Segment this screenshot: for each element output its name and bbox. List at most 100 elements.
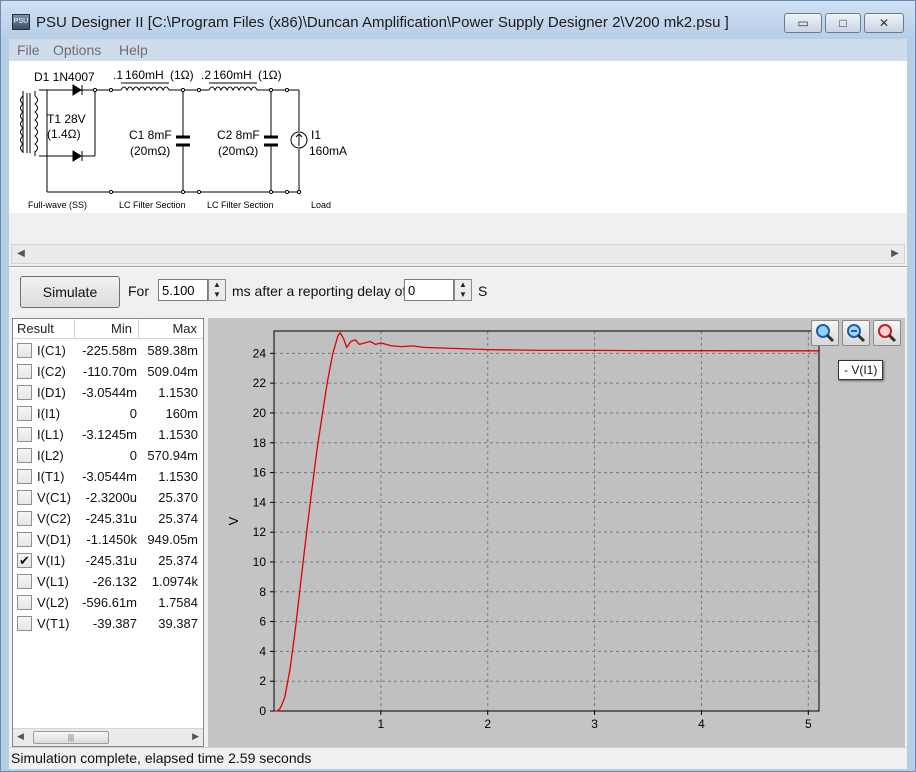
result-max: 509.04m xyxy=(147,364,198,379)
result-row[interactable]: I(C1) -225.58m 589.38m xyxy=(13,340,203,361)
result-max: 589.38m xyxy=(147,343,198,358)
result-checkbox[interactable] xyxy=(17,532,32,547)
label-l1-res: (1Ω) xyxy=(170,68,194,82)
simulate-button[interactable]: Simulate xyxy=(20,276,120,308)
label-section-lc1: LC Filter Section xyxy=(119,200,186,210)
panel-divider[interactable] xyxy=(9,266,907,268)
result-row[interactable]: V(L2) -596.61m 1.7584 xyxy=(13,592,203,613)
result-checkbox[interactable] xyxy=(17,616,32,631)
duration-input[interactable] xyxy=(158,279,208,301)
zoom-in-button[interactable] xyxy=(811,320,839,346)
spin-down-icon[interactable]: ▼ xyxy=(209,290,225,300)
result-row[interactable]: I(L1) -3.1245m 1.1530 xyxy=(13,424,203,445)
schematic-scrollbar[interactable]: ◀ ▶ xyxy=(11,244,905,264)
result-min: -225.58m xyxy=(82,343,137,358)
result-checkbox[interactable] xyxy=(17,406,32,421)
schematic-diagram: D1 1N4007 T1 28V (1.4Ω) .1 160mH (1Ω) .2… xyxy=(20,68,347,210)
scroll-thumb[interactable]: ||| xyxy=(33,731,109,744)
column-max[interactable]: Max xyxy=(139,319,203,339)
result-name: V(T1) xyxy=(37,616,70,631)
duration-spinner[interactable]: ▲ ▼ xyxy=(208,279,226,301)
result-max: 1.1530 xyxy=(158,385,198,400)
delay-spinner[interactable]: ▲ ▼ xyxy=(454,279,472,301)
result-checkbox[interactable] xyxy=(17,490,32,505)
result-row[interactable]: V(L1) -26.132 1.0974k xyxy=(13,571,203,592)
minimize-icon: ▭ xyxy=(797,16,809,30)
menu-help[interactable]: Help xyxy=(119,42,148,58)
result-row[interactable]: I(I1) 0 160m xyxy=(13,403,203,424)
result-checkbox[interactable] xyxy=(17,511,32,526)
zoom-reset-button[interactable] xyxy=(873,320,901,346)
column-result[interactable]: Result xyxy=(13,319,75,339)
result-row[interactable]: V(D1) -1.1450k 949.05m xyxy=(13,529,203,550)
y-tick-label: 20 xyxy=(253,406,267,420)
zoom-out-button[interactable] xyxy=(842,320,870,346)
x-tick-label: 2 xyxy=(484,717,491,731)
scroll-right-icon[interactable]: ▶ xyxy=(192,731,199,742)
result-min: -39.387 xyxy=(92,616,137,631)
result-checkbox[interactable] xyxy=(17,364,32,379)
result-checkbox[interactable] xyxy=(17,595,32,610)
result-min: -3.0544m xyxy=(82,385,137,400)
y-tick-label: 18 xyxy=(253,436,267,450)
result-max: 1.0974k xyxy=(151,574,198,589)
result-min: -1.1450k xyxy=(86,532,137,547)
ms-delay-label: ms after a reporting delay of xyxy=(232,283,407,299)
results-scrollbar[interactable]: ◀ ||| ▶ xyxy=(13,728,203,746)
label-c1-b: (20mΩ) xyxy=(130,144,170,158)
result-min: -110.70m xyxy=(83,364,137,379)
result-row[interactable]: ✔ V(I1) -245.31u 25.374 xyxy=(13,550,203,571)
y-tick-label: 22 xyxy=(253,376,267,390)
result-checkbox[interactable] xyxy=(17,427,32,442)
result-checkbox[interactable] xyxy=(17,385,32,400)
result-row[interactable]: V(T1) -39.387 39.387 xyxy=(13,613,203,634)
status-text: Simulation complete, elapsed time 2.59 s… xyxy=(11,750,312,766)
scroll-left-icon[interactable]: ◀ xyxy=(12,245,30,263)
spin-down-icon[interactable]: ▼ xyxy=(455,290,471,300)
schematic-panel[interactable]: D1 1N4007 T1 28V (1.4Ω) .1 160mH (1Ω) .2… xyxy=(9,61,907,213)
scroll-left-icon[interactable]: ◀ xyxy=(17,731,24,742)
result-row[interactable]: I(D1) -3.0544m 1.1530 xyxy=(13,382,203,403)
spin-up-icon[interactable]: ▲ xyxy=(455,280,471,290)
result-row[interactable]: I(C2) -110.70m 509.04m xyxy=(13,361,203,382)
close-button[interactable]: ✕ xyxy=(864,13,904,33)
result-max: 570.94m xyxy=(147,448,198,463)
scroll-right-icon[interactable]: ▶ xyxy=(886,245,904,263)
delay-input[interactable] xyxy=(404,279,454,301)
label-d1: D1 1N4007 xyxy=(34,70,95,84)
result-max: 160m xyxy=(165,406,198,421)
result-row[interactable]: I(T1) -3.0544m 1.1530 xyxy=(13,466,203,487)
result-min: -245.31u xyxy=(85,553,137,568)
y-tick-label: 12 xyxy=(253,525,267,539)
result-min: 0 xyxy=(129,406,137,421)
inductor-symbols xyxy=(120,82,258,92)
maximize-button[interactable]: □ xyxy=(825,13,861,33)
label-c2-b: (20mΩ) xyxy=(218,144,258,158)
result-max: 1.1530 xyxy=(158,427,198,442)
menu-file[interactable]: File xyxy=(17,42,40,58)
minimize-button[interactable]: ▭ xyxy=(784,13,822,33)
result-row[interactable]: I(L2) 0 570.94m xyxy=(13,445,203,466)
results-list[interactable]: Result Min Max I(C1) -225.58m 589.38m I(C2)… xyxy=(12,318,204,747)
result-max: 25.374 xyxy=(158,511,198,526)
result-name: I(L1) xyxy=(37,427,64,442)
label-l2-res: (1Ω) xyxy=(258,68,282,82)
client-area: D1 1N4007 T1 28V (1.4Ω) .1 160mH (1Ω) .2… xyxy=(9,61,907,769)
result-checkbox[interactable] xyxy=(17,469,32,484)
spin-up-icon[interactable]: ▲ xyxy=(209,280,225,290)
y-tick-label: 14 xyxy=(253,495,267,509)
result-checkbox[interactable]: ✔ xyxy=(17,553,32,568)
window-title: PSU Designer II [C:\Program Files (x86)\… xyxy=(36,14,729,31)
result-checkbox[interactable] xyxy=(17,448,32,463)
y-axis-label: V xyxy=(226,516,241,525)
column-min[interactable]: Min xyxy=(75,319,139,339)
result-checkbox[interactable] xyxy=(17,343,32,358)
result-max: 25.374 xyxy=(158,553,198,568)
result-row[interactable]: V(C2) -245.31u 25.374 xyxy=(13,508,203,529)
graph-panel[interactable]: 0 2 4 6 8 10 12 14 16 18 20 22 24 1 2 3 4 5 V xyxy=(208,318,905,747)
app-icon: PSU xyxy=(12,14,30,30)
result-name: I(D1) xyxy=(37,385,66,400)
menu-options[interactable]: Options xyxy=(53,42,101,58)
result-checkbox[interactable] xyxy=(17,574,32,589)
result-row[interactable]: V(C1) -2.3200u 25.370 xyxy=(13,487,203,508)
